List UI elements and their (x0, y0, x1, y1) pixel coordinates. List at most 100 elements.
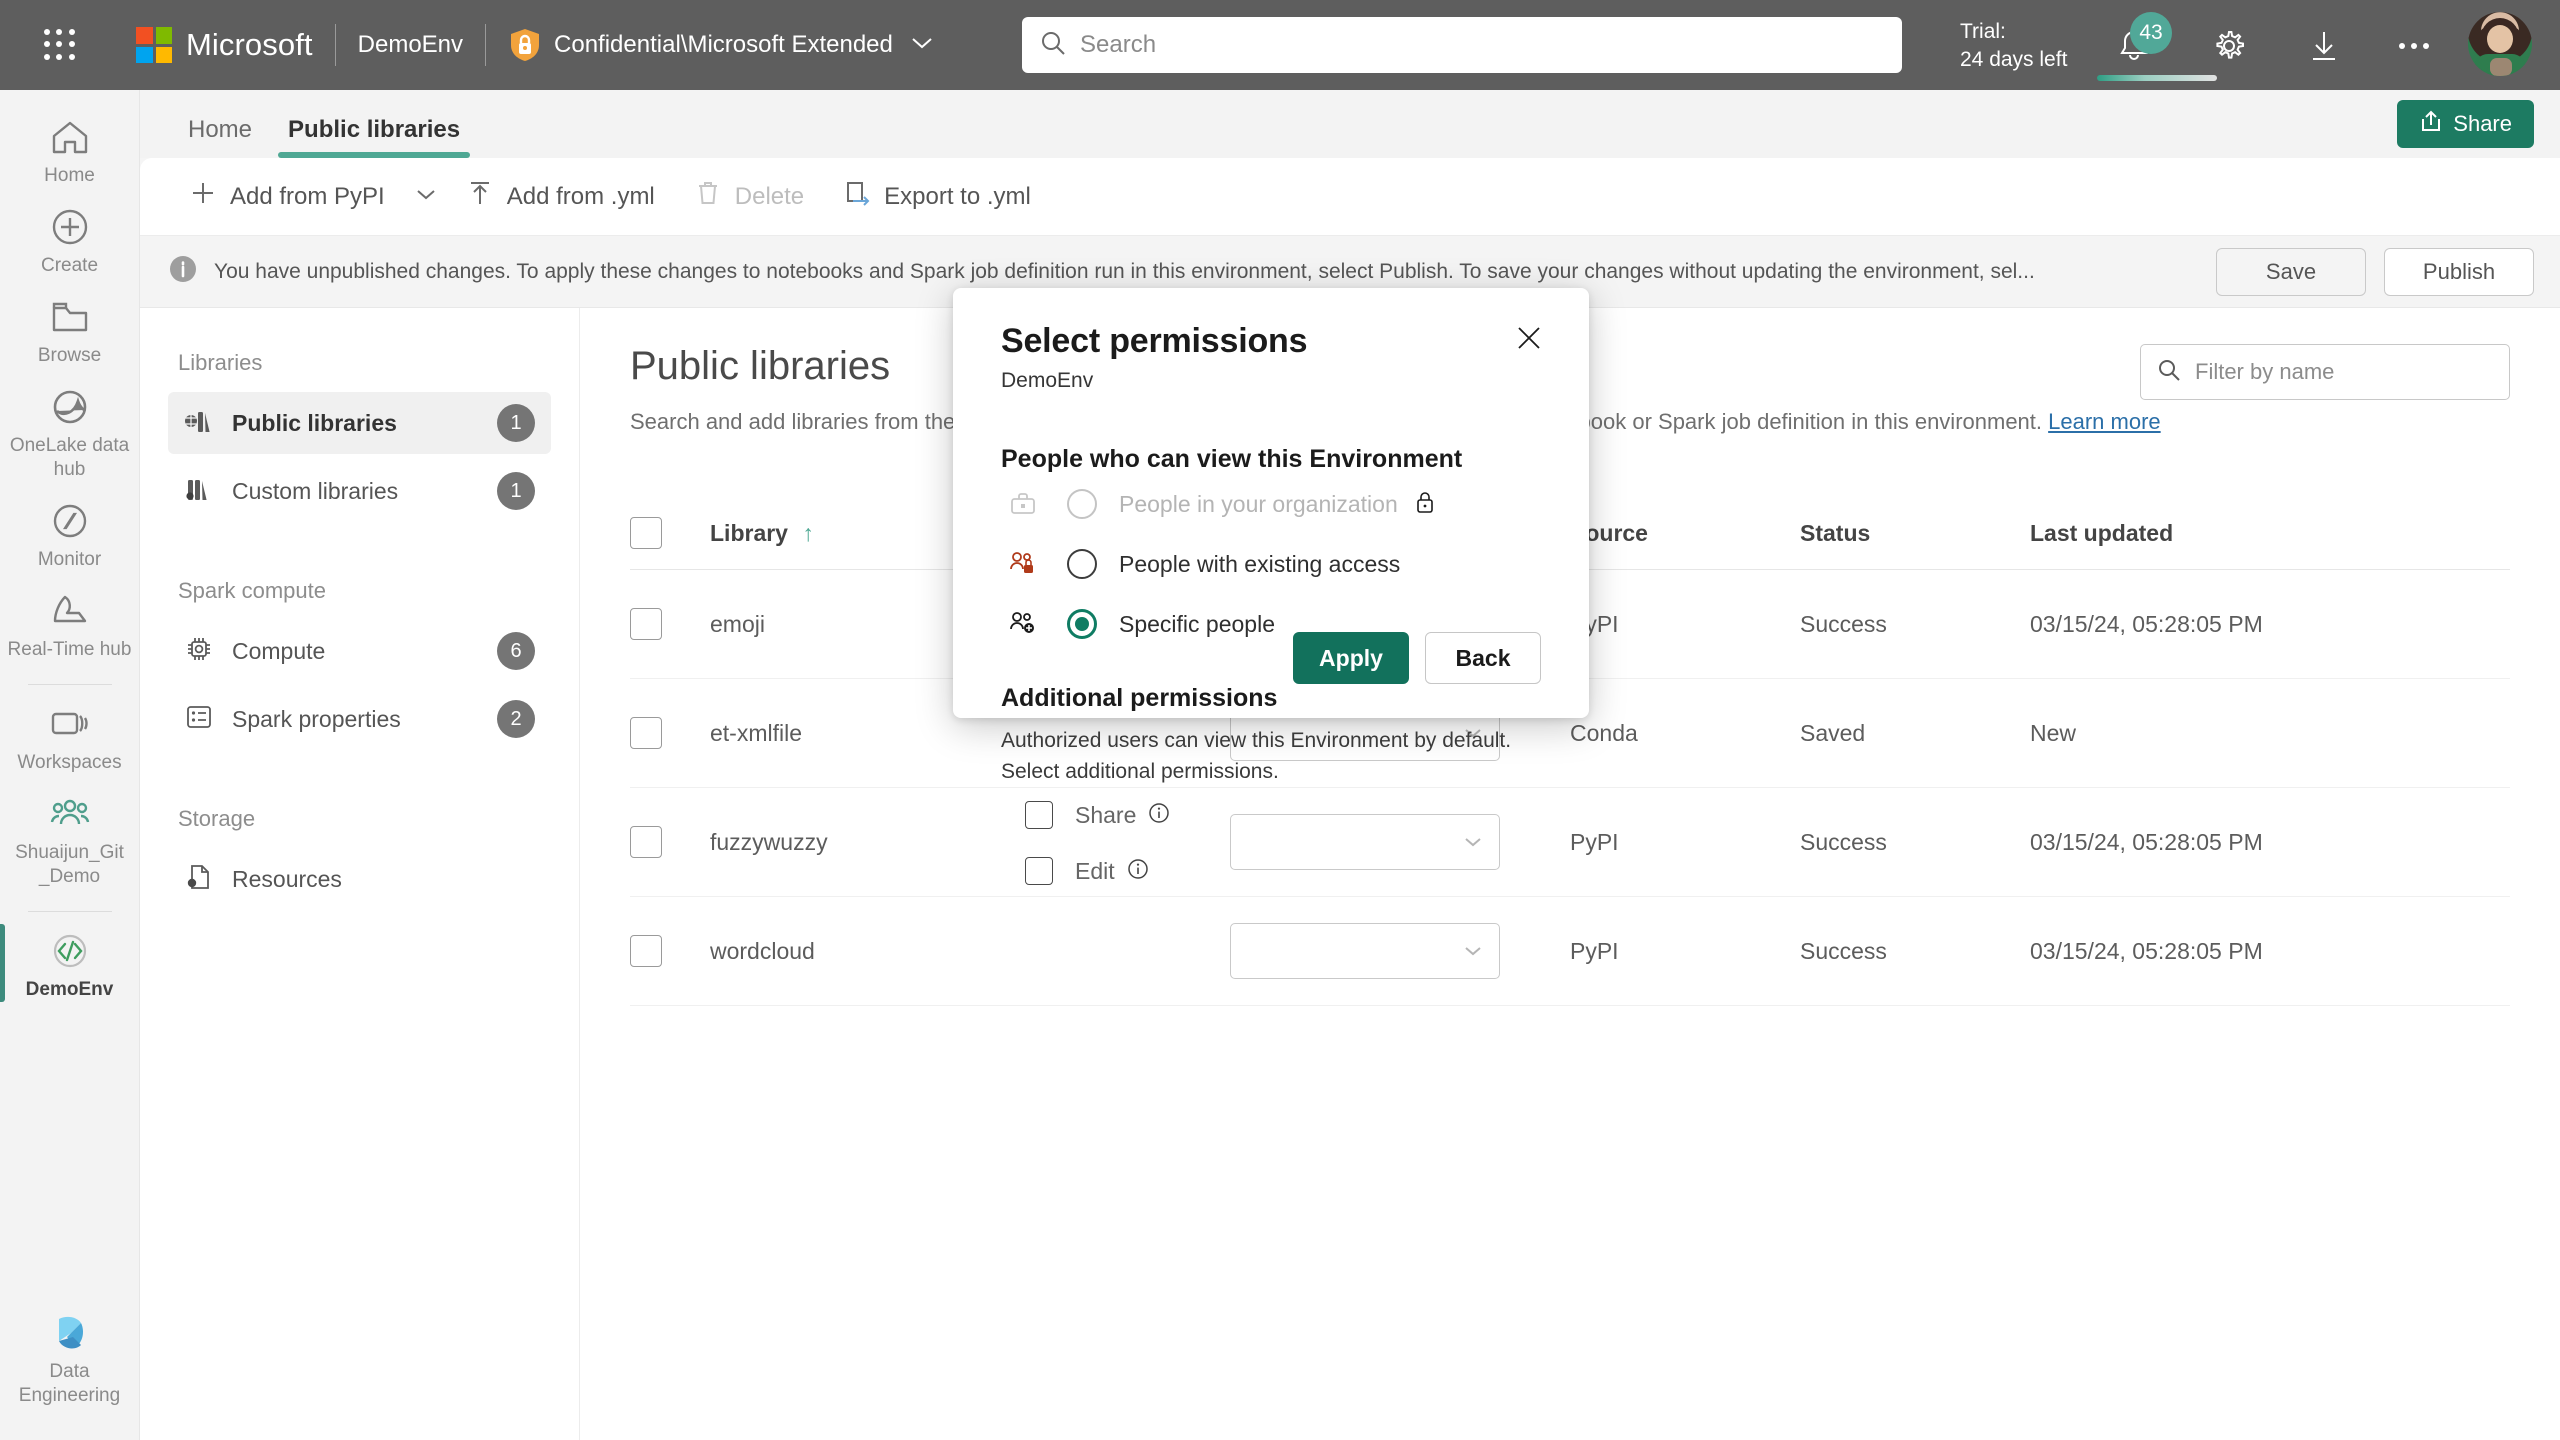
add-from-pypi-caret[interactable] (405, 187, 447, 206)
column-label: Library (710, 519, 788, 546)
sidebar-item-home[interactable]: Home (0, 104, 140, 194)
lock-icon (1414, 490, 1436, 519)
back-button[interactable]: Back (1425, 632, 1541, 684)
environment-nav-panel: Libraries Public libraries 1 Custom libr… (140, 308, 580, 1440)
avatar[interactable] (2468, 12, 2532, 76)
checkbox-row-share[interactable]: Share (1025, 787, 1541, 843)
row-select-cell (630, 569, 710, 679)
rail-divider-1 (27, 684, 112, 685)
tab-home[interactable]: Home (170, 116, 270, 158)
microsoft-logo[interactable]: Microsoft (136, 27, 313, 63)
info-icon (168, 254, 198, 289)
tab-label: Home (188, 116, 253, 143)
folder-icon (50, 294, 90, 340)
row-select-cell (630, 896, 710, 1006)
sidebar-item-data-engineering[interactable]: Data Engineering (0, 1300, 140, 1414)
column-header-source[interactable]: Source (1570, 503, 1800, 570)
microsoft-squares-icon (136, 27, 172, 63)
top-header: Microsoft DemoEnv Confidential\Microsoft… (0, 0, 2560, 90)
people-lock-icon (1001, 551, 1045, 577)
filter-input[interactable] (2195, 359, 2493, 385)
sidebar-item-label: Real-Time hub (7, 639, 132, 660)
info-icon[interactable] (1127, 858, 1149, 885)
share-icon (2419, 109, 2443, 139)
row-checkbox[interactable] (630, 608, 662, 640)
select-all-checkbox[interactable] (630, 517, 662, 549)
download-button[interactable] (2300, 22, 2348, 70)
group-title-libraries: Libraries (178, 350, 263, 375)
add-from-yml-button[interactable]: Add from .yml (447, 170, 675, 224)
select-all-cell (630, 503, 710, 570)
radio-label: Specific people (1119, 610, 1275, 637)
cell-status: Success (1800, 569, 2030, 679)
add-from-pypi-button[interactable]: Add from PyPI (170, 170, 405, 224)
tab-strip: Home Public libraries Share (140, 90, 2560, 158)
header-divider-1 (334, 24, 336, 66)
sidebar-item-onelake-data-hub[interactable]: OneLake data hub (0, 374, 140, 488)
share-button[interactable]: Share (2397, 100, 2534, 148)
dialog-subtitle: DemoEnv (1001, 369, 1094, 392)
close-icon[interactable] (1507, 316, 1551, 360)
trial-status: Trial: 24 days left (1960, 18, 2067, 74)
sidebar-item-monitor[interactable]: Monitor (0, 488, 140, 578)
row-checkbox[interactable] (630, 826, 662, 858)
radio-button[interactable] (1067, 549, 1097, 579)
column-header-last-updated[interactable]: Last updated (2030, 503, 2510, 570)
left-nav-rail: Home Create Browse OneLake data hub Moni (0, 90, 140, 1440)
brand-label: Microsoft (186, 27, 313, 62)
nav-item-custom-libraries[interactable]: Custom libraries 1 (168, 460, 551, 522)
chevron-down-icon (911, 36, 933, 55)
header-env-name[interactable]: DemoEnv (358, 31, 463, 59)
radio-option-people-with-existing-access[interactable]: People with existing access (1001, 534, 1541, 594)
learn-more-link[interactable]: Learn more (2048, 409, 2161, 434)
nav-item-public-libraries[interactable]: Public libraries 1 (168, 392, 551, 454)
nav-item-spark-properties[interactable]: Spark properties 2 (168, 688, 551, 750)
nav-item-count: 1 (497, 404, 535, 442)
app-root: Microsoft DemoEnv Confidential\Microsoft… (0, 0, 2560, 1440)
sidebar-item-real-time-hub[interactable]: Real-Time hub (0, 578, 140, 668)
nav-item-count: 6 (497, 632, 535, 670)
more-options-icon[interactable] (2390, 22, 2438, 70)
export-to-yml-button[interactable]: Export to .yml (824, 170, 1051, 224)
plus-circle-icon (50, 204, 90, 250)
row-checkbox[interactable] (630, 717, 662, 749)
sidebar-item-shuaijun-git-demo[interactable]: Shuaijun_Git _Demo (0, 781, 140, 895)
sidebar-item-demoenv[interactable]: DemoEnv (0, 918, 140, 1008)
version-select[interactable] (1230, 923, 1500, 979)
filter-by-name[interactable] (2140, 344, 2510, 400)
edit-checkbox[interactable] (1025, 857, 1053, 885)
nav-item-compute[interactable]: Compute 6 (168, 620, 551, 682)
column-header-status[interactable]: Status (1800, 503, 2030, 570)
sidebar-item-browse[interactable]: Browse (0, 284, 140, 374)
nav-item-resources[interactable]: Resources (168, 848, 551, 910)
row-checkbox[interactable] (630, 935, 662, 967)
settings-button[interactable] (2205, 22, 2253, 70)
apply-button[interactable]: Apply (1293, 632, 1409, 684)
save-button[interactable]: Save (2216, 247, 2366, 296)
sidebar-item-label: OneLake data hub (9, 435, 130, 480)
sidebar-item-create[interactable]: Create (0, 194, 140, 284)
global-search[interactable] (1022, 17, 1902, 73)
tab-public-libraries[interactable]: Public libraries (270, 116, 478, 158)
checkbox-row-edit[interactable]: Edit (1025, 843, 1541, 899)
share-label: Share (2453, 111, 2512, 136)
checkbox-label: Edit (1075, 857, 1115, 884)
sidebar-item-workspaces[interactable]: Workspaces (0, 691, 140, 781)
app-launcher-icon[interactable] (36, 21, 84, 69)
dialog-title: Select permissions (1001, 322, 1308, 360)
resources-file-icon (184, 862, 214, 897)
upload-icon (467, 180, 493, 213)
realtime-hub-icon (49, 588, 91, 634)
chip-icon (184, 634, 214, 669)
radio-button[interactable] (1067, 609, 1097, 639)
cell-last-updated: 03/15/24, 05:28:05 PM (2030, 896, 2510, 1006)
info-icon[interactable] (1148, 802, 1170, 829)
share-checkbox[interactable] (1025, 801, 1053, 829)
search-input[interactable] (1080, 31, 1884, 59)
cell-status: Success (1800, 896, 2030, 1006)
briefcase-icon (1001, 491, 1045, 517)
table-row[interactable]: wordcloud PyPI Success 03/15/24, 05:28:0… (630, 896, 2510, 1006)
sensitivity-label-button[interactable]: Confidential\Microsoft Extended (508, 27, 933, 63)
notifications-button[interactable]: 43 (2110, 12, 2172, 70)
publish-button[interactable]: Publish (2384, 247, 2534, 296)
